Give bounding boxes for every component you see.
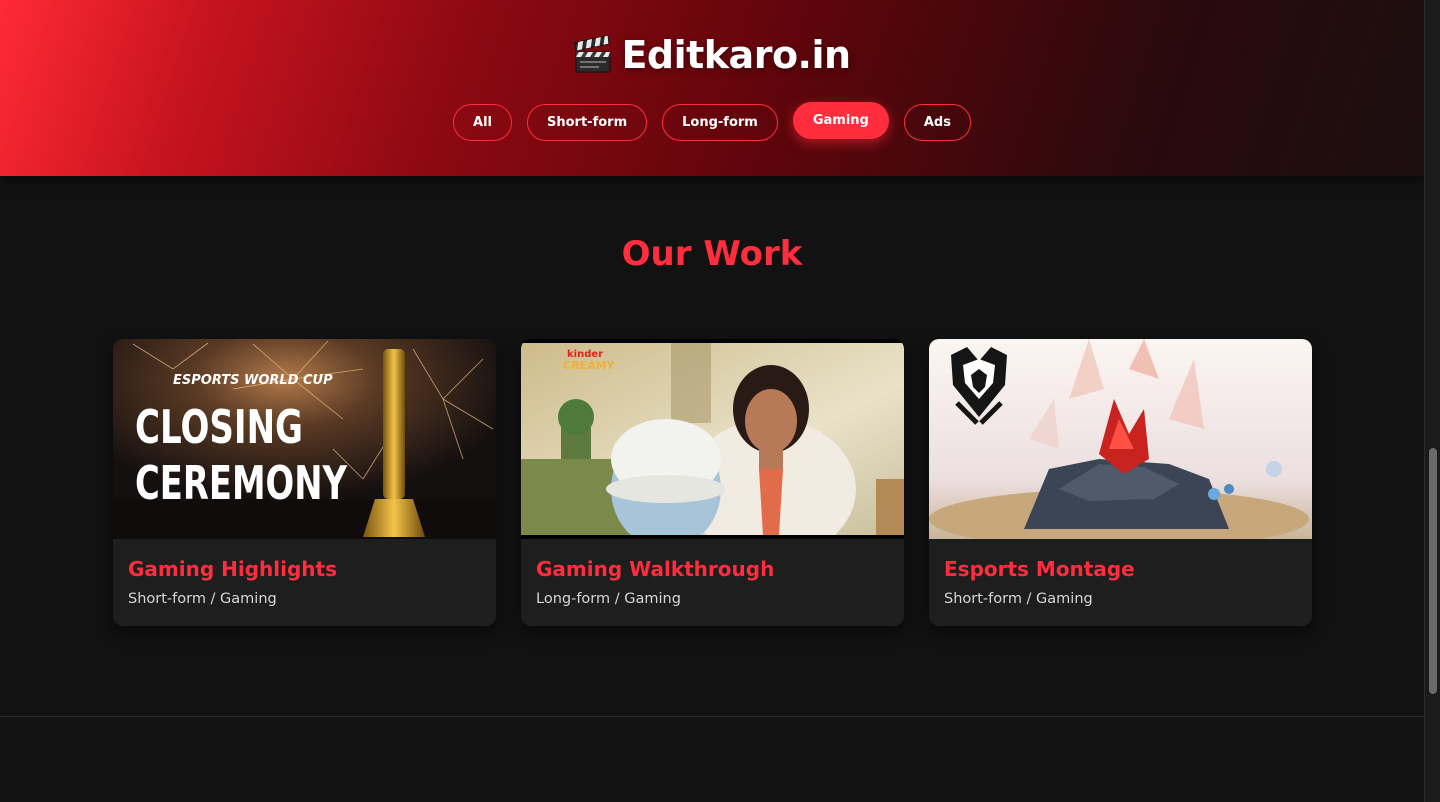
esports-montage-thumbnail-image <box>929 339 1312 539</box>
footer-divider <box>0 716 1424 717</box>
filter-all-button[interactable]: All <box>453 103 512 141</box>
card-title: Gaming Walkthrough <box>536 557 775 581</box>
kinder-creamy-ad-thumbnail-image: kinder CREAMY <box>521 339 904 539</box>
card-title: Gaming Highlights <box>128 557 338 581</box>
esports-world-cup-logo: ESPORTS WORLD CUP <box>173 373 333 388</box>
work-card[interactable]: ESPORTS WORLD CUP CLOSING CEREMONY Gamin… <box>113 339 496 626</box>
card-meta: Short-form / Gaming <box>128 591 277 607</box>
brand[interactable]: Editkaro.in <box>0 30 1424 80</box>
video-thumbnail[interactable]: kinder CREAMY <box>521 339 904 539</box>
video-thumbnail[interactable]: ESPORTS WORLD CUP CLOSING CEREMONY <box>113 339 496 539</box>
clapperboard-icon <box>574 36 611 73</box>
video-thumbnail[interactable] <box>929 339 1312 539</box>
section-title: Our Work <box>621 234 803 274</box>
closing-ceremony-thumbnail-image: ESPORTS WORLD CUP CLOSING CEREMONY <box>113 339 496 539</box>
card-title: Esports Montage <box>944 557 1135 581</box>
card-meta: Long-form / Gaming <box>536 591 681 607</box>
filter-gaming-button[interactable]: Gaming <box>792 101 889 139</box>
brand-name: Editkaro.in <box>621 33 851 77</box>
scrollbar-thumb[interactable] <box>1429 448 1437 694</box>
site-header: Editkaro.in All Short-form Long-form Gam… <box>0 0 1424 176</box>
creamy-logo: CREAMY <box>563 359 616 372</box>
filter-bar: All Short-form Long-form Gaming Ads <box>0 101 1424 142</box>
filter-long-form-button[interactable]: Long-form <box>662 103 778 141</box>
page: Editkaro.in All Short-form Long-form Gam… <box>0 0 1424 802</box>
thumb-line-2: CEREMONY <box>135 456 348 510</box>
card-meta: Short-form / Gaming <box>944 591 1093 607</box>
filter-ads-button[interactable]: Ads <box>903 103 971 141</box>
vertical-scrollbar[interactable] <box>1424 0 1440 802</box>
work-card[interactable]: kinder CREAMY Gaming Walkthrough Long-fo… <box>521 339 904 626</box>
thumb-line-1: CLOSING <box>135 400 303 454</box>
work-card[interactable]: Esports Montage Short-form / Gaming <box>929 339 1312 626</box>
filter-short-form-button[interactable]: Short-form <box>527 103 648 141</box>
